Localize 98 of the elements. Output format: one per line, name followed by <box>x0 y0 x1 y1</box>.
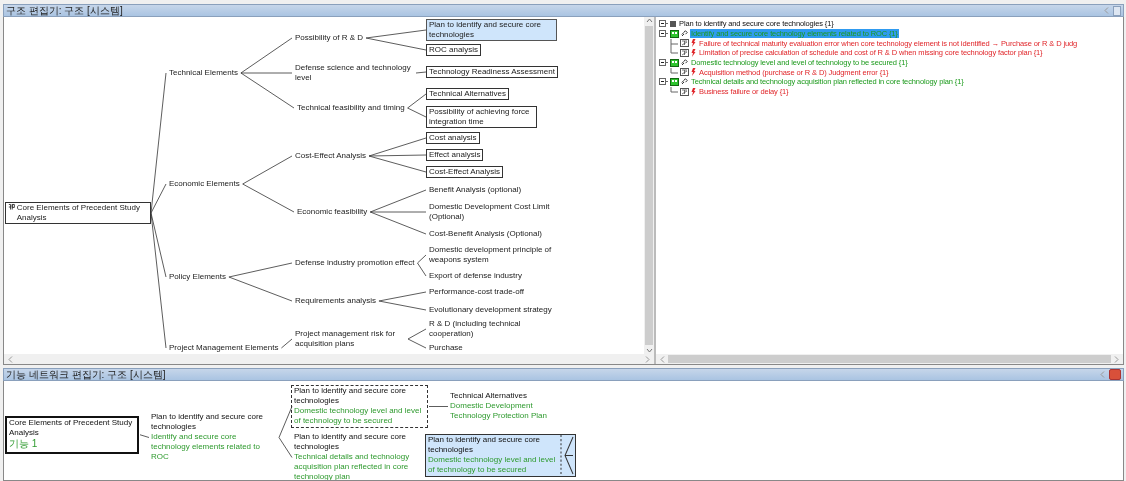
connector-line <box>242 155 293 185</box>
connector-line <box>378 291 427 302</box>
mind-map-node[interactable]: Technical Alternatives <box>426 88 509 100</box>
mind-map-node[interactable]: Cost-Effect Analysis <box>292 150 369 162</box>
node-function: Domestic Development Technology Protection Plan <box>450 401 548 421</box>
function-icon <box>670 58 679 67</box>
mind-map-node[interactable]: Technical feasibility and timing <box>294 102 408 114</box>
box-icon <box>680 39 689 48</box>
mind-map-node[interactable]: Project management risk for acquisition plans <box>292 328 408 350</box>
node-function: Domestic technology level and level of technology to be secured <box>428 455 557 475</box>
scroll-left-icon[interactable] <box>8 355 13 363</box>
scroll-right-icon[interactable] <box>645 355 650 363</box>
node-function: Identify and secure core technology elements related to ROC <box>151 432 261 462</box>
mind-map-node[interactable]: Project Management Elements <box>166 342 282 354</box>
mind-map-node[interactable]: Technical Elements <box>166 67 241 79</box>
mind-map-node[interactable]: Requirements analysis <box>292 295 379 307</box>
mind-map-node[interactable]: Effect analysis <box>426 149 484 161</box>
connector-line <box>407 328 427 340</box>
pane-title: 기능 네트워크 편집기: 구조 [시스템] <box>6 367 166 382</box>
lightning-icon <box>691 87 696 96</box>
function-icon <box>670 29 679 38</box>
mind-map-node[interactable]: R & D (including technical cooperation) <box>426 318 542 340</box>
collapse-icon[interactable] <box>659 30 668 38</box>
fork-icon <box>560 435 574 476</box>
connector-line <box>242 183 295 213</box>
pane-title: 구조 편집기: 구조 [시스템] <box>6 3 123 18</box>
scroll-down-icon[interactable] <box>645 347 653 354</box>
collapse-icon[interactable] <box>659 59 668 67</box>
mind-map-node[interactable]: Domestic Development Cost Limit (Optional) <box>426 201 557 223</box>
link-icon <box>681 59 688 67</box>
network-node[interactable]: Plan to identify and secure core technologies Technical details and technology acquisition plan reflected in core technology plan <box>291 431 426 480</box>
collapse-button[interactable] <box>1100 371 1105 378</box>
node-function: 기능 1 <box>9 438 39 451</box>
mind-map-node[interactable]: Cost analysis <box>426 132 480 144</box>
mind-map-node[interactable]: Evolutionary development strategy <box>426 304 555 316</box>
connector-line <box>281 338 293 349</box>
scrollbar-thumb[interactable] <box>668 355 1111 363</box>
connector-line <box>415 71 427 74</box>
node-title: Plan to identify and secure core technologies <box>294 432 408 452</box>
node-title: Plan to identify and secure core technologies <box>294 386 408 406</box>
mind-map-node[interactable]: Economic feasibility <box>294 206 371 218</box>
root-node[interactable]: Core Elements of Precedent Study Analysis <box>5 202 151 224</box>
network-node[interactable]: Core Elements of Precedent Study Analysis 기능 1 <box>5 416 139 454</box>
connector-line <box>407 338 427 349</box>
link-icon <box>681 78 688 86</box>
scroll-right-icon[interactable] <box>1114 355 1119 363</box>
network-node[interactable]: Plan to identify and secure core technologies Identify and secure core technology elements related to ROC <box>148 411 278 464</box>
mind-map-node[interactable]: Possibility of achieving force integration time <box>426 106 537 128</box>
node-title: Plan to identify and secure core technologies <box>151 412 265 432</box>
square-icon <box>670 20 676 27</box>
network-node[interactable]: Plan to identify and secure core technologies Domestic technology level and level of technology to be secured <box>425 434 576 477</box>
mind-map-node[interactable]: Cost-Effect Analysis <box>426 166 503 178</box>
mind-map-node[interactable]: Technology Readiness Assessment <box>426 66 558 78</box>
collapse-button[interactable] <box>1104 7 1109 14</box>
function-icon <box>670 77 679 86</box>
horizontal-scrollbar[interactable] <box>656 354 1123 364</box>
mind-map-node[interactable]: Benefit Analysis (optional) <box>426 184 525 196</box>
vertical-scrollbar[interactable] <box>644 17 654 354</box>
scroll-up-icon[interactable] <box>645 17 653 24</box>
close-button[interactable] <box>1109 369 1121 380</box>
connector-line <box>365 29 427 39</box>
node-title: Plan to identify and secure core technologies <box>428 435 542 455</box>
horizontal-scrollbar[interactable] <box>4 354 654 364</box>
mind-map-node[interactable]: Purchase <box>426 342 466 354</box>
connector-line <box>139 434 150 438</box>
lightning-icon <box>691 68 696 77</box>
scroll-left-icon[interactable] <box>660 355 665 363</box>
tree-line <box>669 67 678 77</box>
node-title: Technical Alternatives <box>450 391 528 401</box>
box-icon <box>680 87 689 96</box>
mind-map-node[interactable]: Possibility of R & D <box>292 32 367 44</box>
mind-map-node[interactable]: Performance-cost trade-off <box>426 286 527 298</box>
mind-map-node[interactable]: Domestic development principle of weapons system <box>426 244 557 266</box>
network-node[interactable]: Technical Alternatives Domestic Development Technology Protection Plan <box>447 390 577 423</box>
mind-map-node[interactable]: Economic Elements <box>166 178 243 190</box>
mind-map-node[interactable]: Defense industry promotion effect <box>292 257 418 269</box>
tree-line <box>669 38 678 48</box>
mind-map-node[interactable]: Policy Elements <box>166 271 229 283</box>
link-icon <box>681 30 688 38</box>
hierarchy-icon <box>8 203 15 211</box>
node-function: Technical details and technology acquisition plan reflected in core technology plan <box>294 452 411 480</box>
box-icon <box>680 68 689 77</box>
collapse-icon[interactable] <box>659 78 668 86</box>
connector-line <box>378 300 427 311</box>
connector-line <box>365 37 427 51</box>
mind-map-node[interactable]: Defense science and technology level <box>292 62 416 84</box>
mind-map-node[interactable]: ROC analysis <box>426 44 481 56</box>
connector-line <box>428 406 449 407</box>
node-function: Domestic technology level and level of technology to be secured <box>294 406 423 426</box>
mind-map-node[interactable]: Export of defense industry <box>426 270 525 282</box>
box-icon <box>680 48 689 57</box>
network-node[interactable]: Plan to identify and secure core technologies Domestic technology level and level of technology to be secured <box>291 385 428 428</box>
node-title: Core Elements of Precedent Study Analysis <box>9 418 134 438</box>
scrollbar-thumb[interactable] <box>645 26 653 345</box>
mind-map-node[interactable]: Cost-Benefit Analysis (Optional) <box>426 228 545 240</box>
restore-button[interactable] <box>1113 5 1121 16</box>
mind-map-node[interactable]: Plan to identify and secure core technologies <box>426 19 557 41</box>
collapse-icon[interactable] <box>659 20 668 28</box>
